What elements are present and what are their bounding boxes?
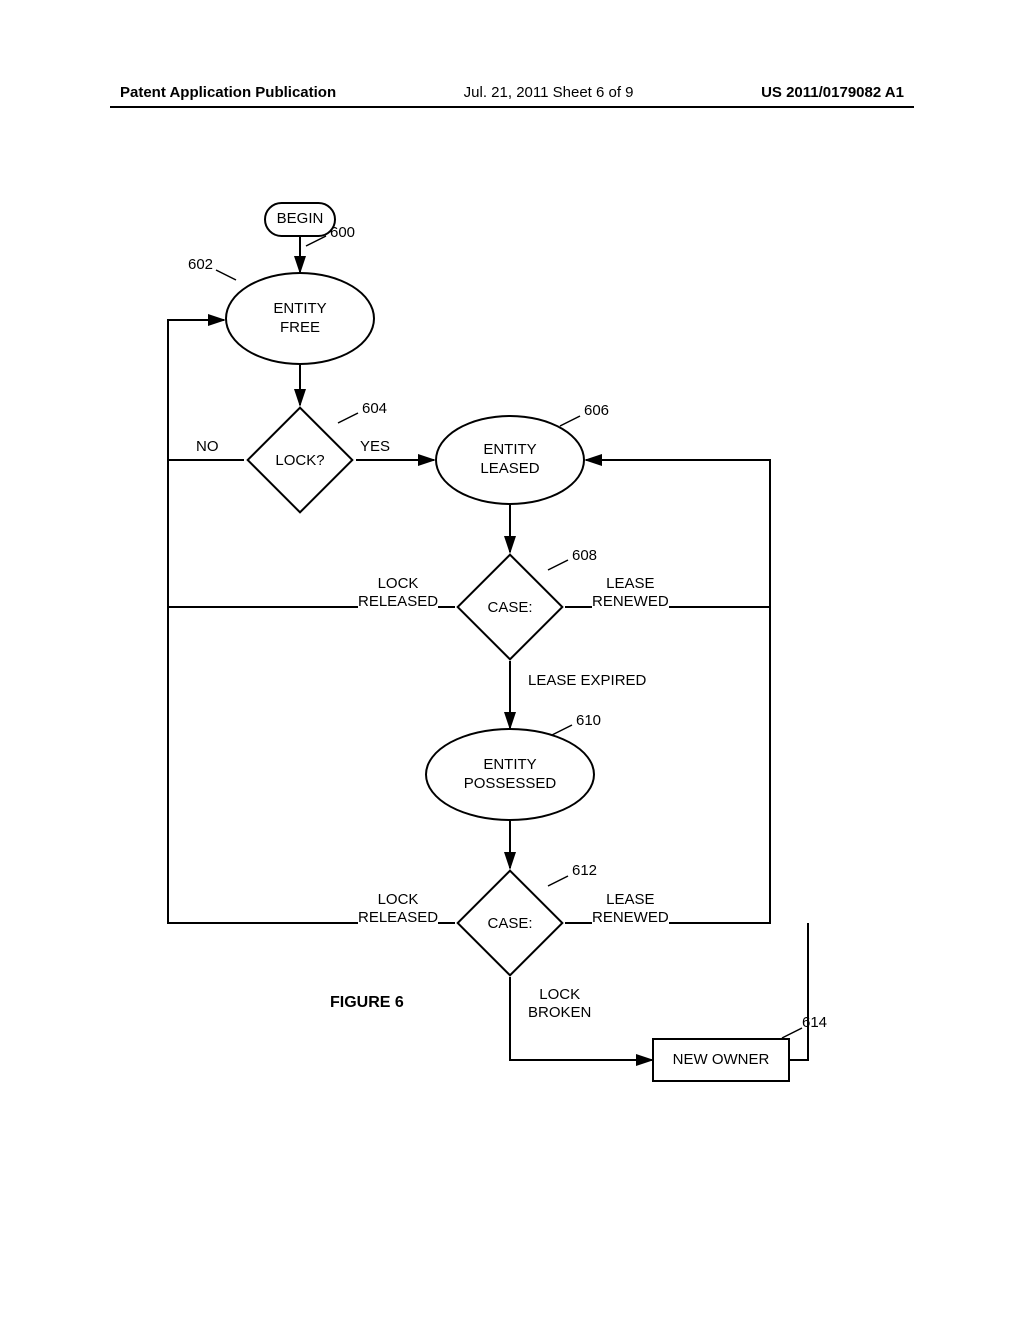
ref-604: 604 — [362, 400, 387, 417]
figure-label: FIGURE 6 — [330, 994, 404, 1012]
node-entity-possessed: ENTITY POSSESSED — [425, 728, 595, 821]
header-right: US 2011/0179082 A1 — [761, 84, 904, 101]
ref-606: 606 — [584, 402, 609, 419]
node-lock-decision-label: LOCK? — [275, 452, 324, 469]
connectors — [0, 180, 1024, 1180]
node-case1: CASE: — [455, 553, 565, 661]
node-entity-possessed-label: ENTITY POSSESSED — [464, 756, 557, 794]
node-entity-free-label: ENTITY FREE — [273, 300, 326, 338]
node-entity-free: ENTITY FREE — [225, 272, 375, 365]
ref-600: 600 — [330, 224, 355, 241]
ref-602: 602 — [188, 256, 213, 273]
node-entity-leased: ENTITY LEASED — [435, 415, 585, 505]
ref-610: 610 — [576, 712, 601, 729]
node-lock-decision: LOCK? — [244, 406, 356, 514]
edge-no: NO — [196, 438, 219, 456]
node-new-owner: NEW OWNER — [652, 1038, 790, 1082]
node-begin: BEGIN — [264, 202, 336, 237]
node-new-owner-label: NEW OWNER — [673, 1051, 770, 1070]
ref-612: 612 — [572, 862, 597, 879]
page-header: Patent Application Publication Jul. 21, … — [0, 84, 1024, 101]
node-case1-label: CASE: — [487, 599, 532, 616]
node-case2-label: CASE: — [487, 915, 532, 932]
header-center: Jul. 21, 2011 Sheet 6 of 9 — [464, 84, 634, 101]
node-case2: CASE: — [455, 869, 565, 977]
edge-lock-released-1: LOCK RELEASED — [358, 575, 438, 611]
ref-608: 608 — [572, 547, 597, 564]
edge-lock-broken: LOCK BROKEN — [528, 986, 591, 1022]
header-divider — [110, 106, 914, 108]
node-begin-label: BEGIN — [277, 210, 324, 229]
edge-lease-renewed-2: LEASE RENEWED — [592, 891, 669, 927]
edge-lease-renewed-1: LEASE RENEWED — [592, 575, 669, 611]
node-entity-leased-label: ENTITY LEASED — [480, 441, 539, 479]
flowchart: BEGIN ENTITY FREE LOCK? ENTITY LEASED CA… — [0, 180, 1024, 1180]
edge-lock-released-2: LOCK RELEASED — [358, 891, 438, 927]
ref-614: 614 — [802, 1014, 827, 1031]
edge-lease-expired: LEASE EXPIRED — [528, 672, 646, 690]
edge-yes: YES — [360, 438, 390, 456]
header-left: Patent Application Publication — [120, 84, 336, 101]
